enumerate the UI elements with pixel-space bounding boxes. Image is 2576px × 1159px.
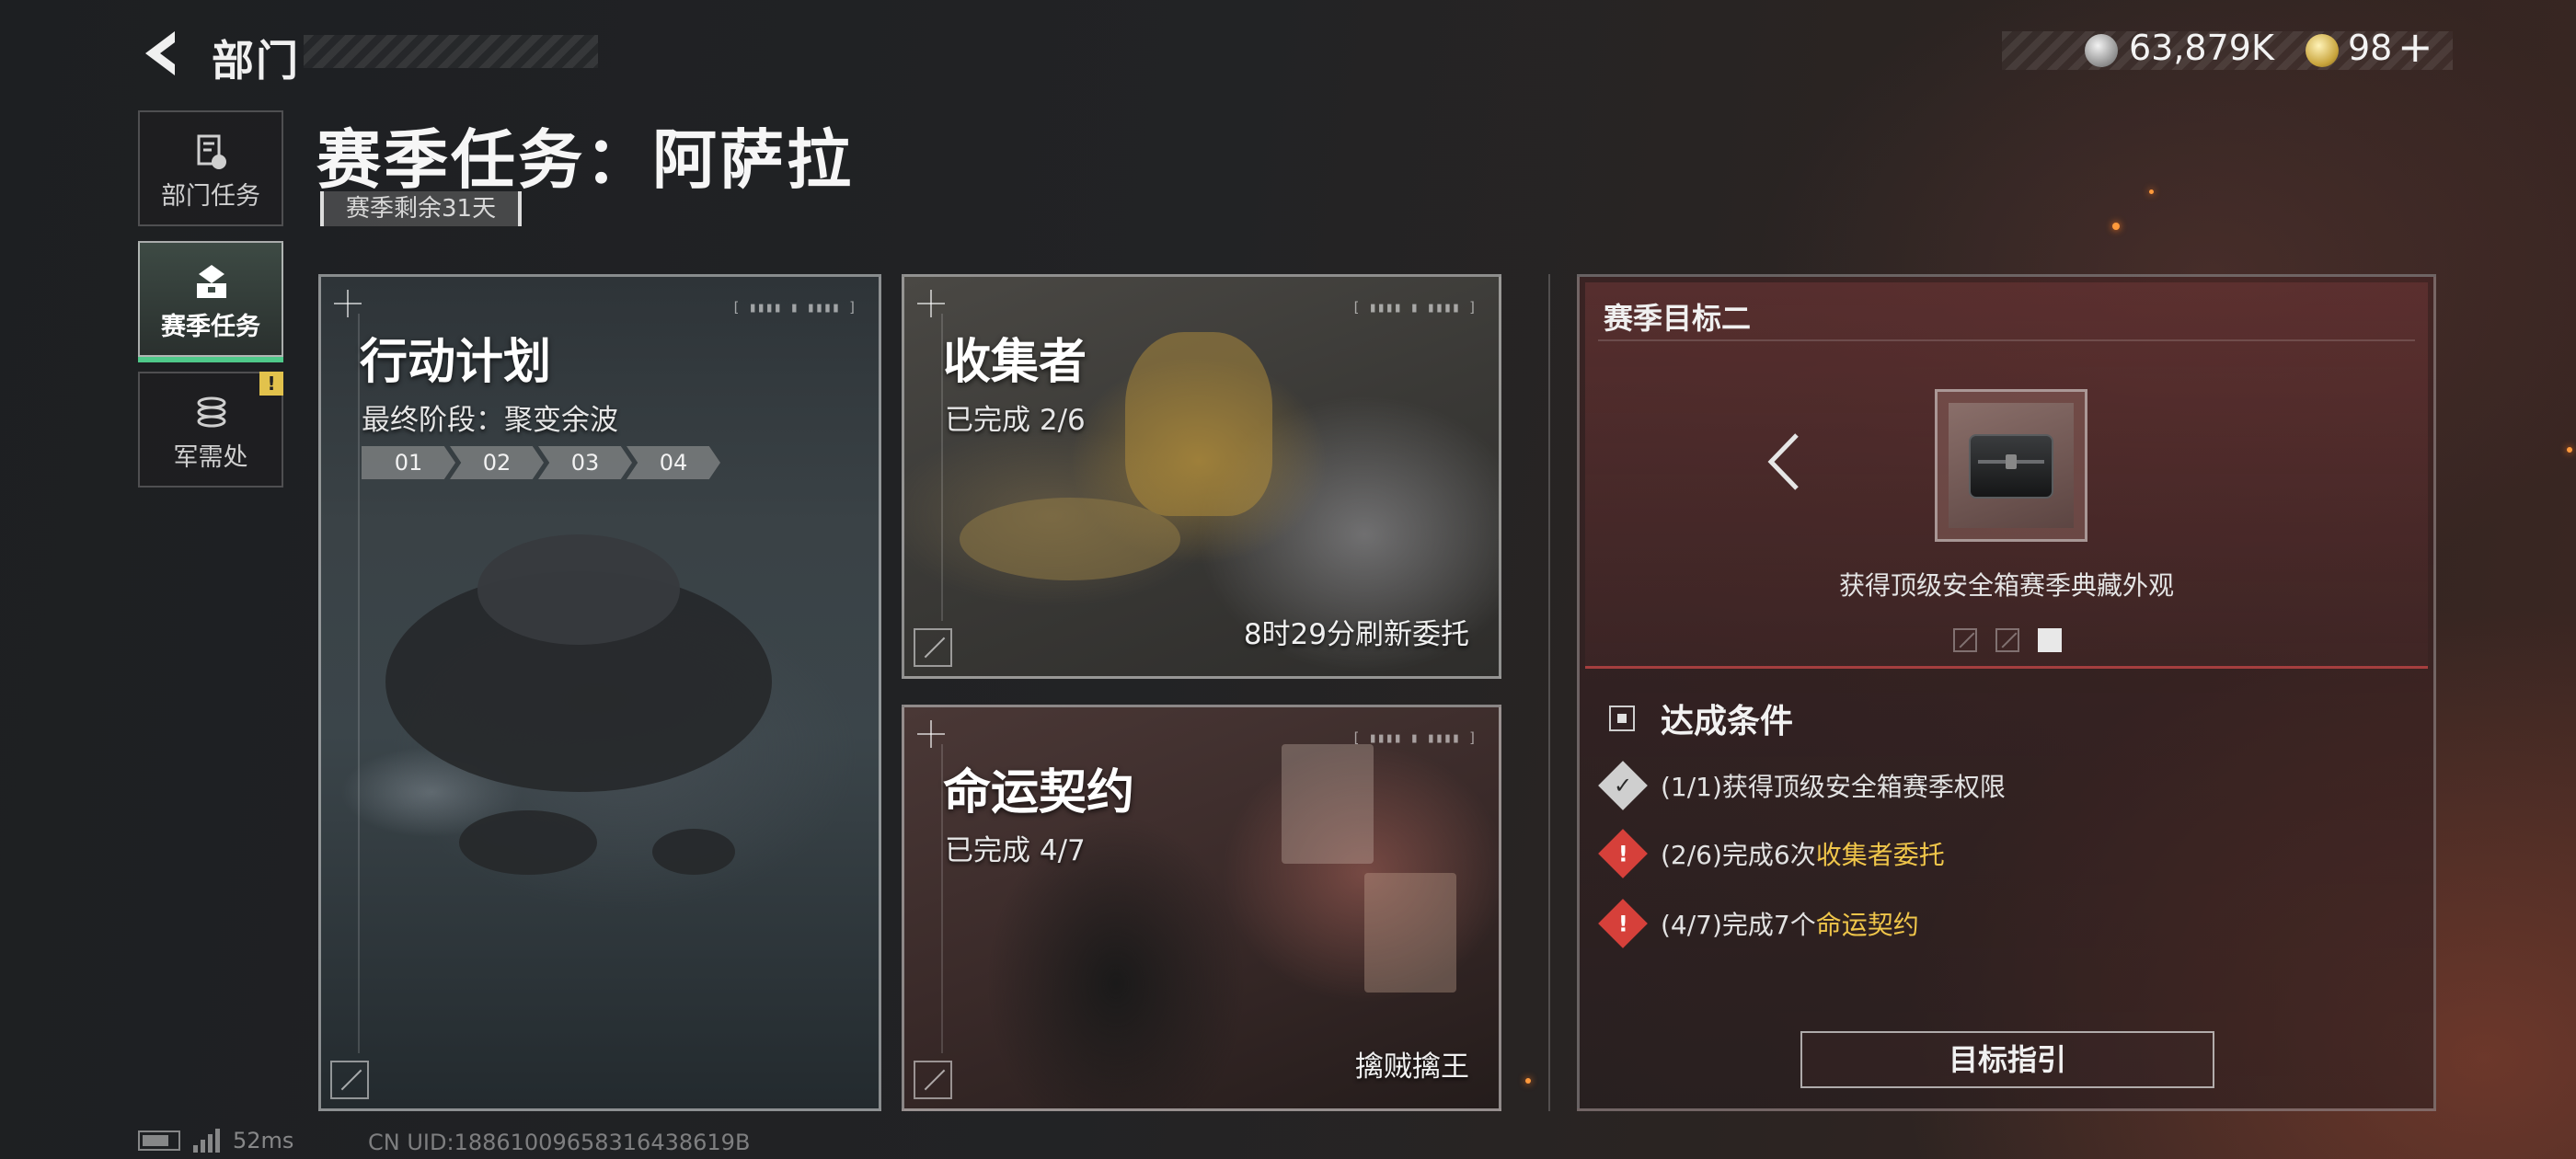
condition-row: ✓ (1/1)获得顶级安全箱赛季权限	[1598, 761, 2006, 810]
condition-link[interactable]: 收集者委托	[1816, 840, 1945, 870]
reward-item-frame[interactable]	[1935, 389, 2087, 542]
crosshair-icon	[917, 720, 945, 748]
condition-link[interactable]: 命运契约	[1816, 910, 1919, 940]
add-currency-button[interactable]: +	[2398, 22, 2433, 72]
golden-deer-illustration	[1125, 332, 1272, 516]
reward-item-background	[1949, 403, 2074, 528]
condition-progress: (2/6)	[1661, 840, 1722, 870]
goal-pager	[1953, 628, 2062, 652]
pager-dot-active[interactable]	[2038, 628, 2062, 652]
condition-progress: (4/7)	[1661, 910, 1722, 940]
expand-icon	[914, 1061, 952, 1099]
condition-progress: (1/1)	[1661, 772, 1722, 802]
signal-icon	[193, 1129, 220, 1153]
title-decoration	[304, 35, 598, 68]
card-footer-label: 擒贼擒王	[1355, 1050, 1469, 1084]
safe-box-icon	[1969, 434, 2053, 499]
pager-dot[interactable]	[1995, 628, 2019, 652]
back-button[interactable]	[138, 26, 182, 81]
page-title: 部门	[212, 36, 300, 86]
expand-icon	[914, 628, 952, 667]
stage-step: 02	[450, 446, 544, 479]
status-bar: 52ms	[138, 1128, 293, 1153]
wanted-poster-illustration	[1364, 873, 1456, 993]
gold-coin-icon	[2306, 34, 2339, 67]
ember-particle	[2567, 447, 2572, 453]
ember-particle	[2149, 189, 2154, 194]
condition-row: ! (2/6)完成6次收集者委托	[1598, 829, 1945, 878]
refresh-timer: 8时29分刷新委托	[1243, 618, 1469, 651]
gold-amount: 98	[2348, 28, 2393, 68]
card-stamp: [ ▮▮▮▮ ▮ ▮▮▮▮ ]	[1351, 729, 1477, 746]
card-subtitle: 已完成 4/7	[945, 834, 1086, 867]
divider	[1598, 339, 2415, 341]
condition-text: (2/6)完成6次收集者委托	[1661, 835, 1945, 872]
operation-plan-card[interactable]: [ ▮▮▮▮ ▮ ▮▮▮▮ ] 行动计划 最终阶段：聚变余波 01 02 03 …	[318, 274, 881, 1111]
crosshair-icon	[917, 290, 945, 317]
collector-card[interactable]: [ ▮▮▮▮ ▮ ▮▮▮▮ ] 收集者 已完成 2/6 8时29分刷新委托	[902, 274, 1501, 679]
panel-divider	[1548, 274, 1550, 1111]
card-subtitle: 已完成 2/6	[945, 404, 1086, 437]
condition-description: 完成6次	[1721, 840, 1816, 870]
condition-text: (4/7)完成7个命运契约	[1661, 905, 1919, 942]
notification-badge: !	[259, 372, 283, 396]
ember-particle	[1525, 1078, 1531, 1084]
card-title: 行动计划	[360, 335, 552, 390]
card-subtitle: 最终阶段：聚变余波	[362, 404, 618, 437]
fortress-illustration	[477, 534, 680, 645]
rock-illustration	[652, 829, 735, 875]
sidebar-item-label: 军需处	[173, 443, 248, 472]
card-stamp: [ ▮▮▮▮ ▮ ▮▮▮▮ ]	[1351, 299, 1477, 316]
chevron-left-icon[interactable]	[1760, 430, 1806, 494]
rock-illustration	[459, 810, 597, 875]
wanted-poster-illustration	[1282, 744, 1374, 864]
sidebar-item-label: 赛季任务	[161, 313, 260, 341]
latency-text: 52ms	[233, 1128, 294, 1153]
season-goal-panel: 赛季目标二 获得顶级安全箱赛季典藏外观 达成条件 ✓ (1/1)获得顶级安全箱赛…	[1577, 274, 2436, 1111]
condition-description: 获得顶级安全箱赛季权限	[1721, 772, 2006, 802]
goal-guide-button[interactable]: 目标指引	[1800, 1031, 2214, 1088]
card-stamp: [ ▮▮▮▮ ▮ ▮▮▮▮ ]	[731, 299, 857, 316]
warning-icon: !	[1598, 829, 1648, 878]
stage-step: 04	[627, 446, 720, 479]
sidebar-item-label: 部门任务	[161, 182, 260, 211]
conditions-title: 达成条件	[1661, 703, 1794, 740]
season-remaining-badge: 赛季剩余31天	[320, 191, 523, 226]
silver-coin-icon	[2085, 34, 2118, 67]
card-guide-line	[358, 314, 360, 1053]
conditions-icon	[1609, 706, 1635, 731]
condition-row: ! (4/7)完成7个命运契约	[1598, 899, 1919, 948]
goal-reward-area: 赛季目标二 获得顶级安全箱赛季典藏外观	[1585, 282, 2428, 669]
silver-amount: 63,879K	[2129, 28, 2274, 68]
check-icon: ✓	[1598, 761, 1648, 810]
stage-step: 03	[538, 446, 632, 479]
coins-illustration	[960, 498, 1180, 580]
condition-description: 完成7个	[1721, 910, 1816, 940]
ember-particle	[2112, 223, 2120, 230]
goal-title: 赛季目标二	[1604, 301, 1752, 336]
warning-icon: !	[1598, 899, 1648, 948]
stage-progress: 01 02 03 04	[362, 446, 720, 479]
document-icon	[197, 134, 226, 169]
season-title: 赛季任务：阿萨拉	[316, 122, 854, 198]
stage-step: 01	[362, 446, 455, 479]
card-title: 收集者	[943, 335, 1087, 390]
reward-description: 获得顶级安全箱赛季典藏外观	[1838, 570, 2174, 601]
user-uid: CN UID:18861009658316438619B	[368, 1130, 751, 1155]
battery-icon	[138, 1130, 180, 1151]
fate-contract-card[interactable]: [ ▮▮▮▮ ▮ ▮▮▮▮ ] 命运契约 已完成 4/7 擒贼擒王	[902, 705, 1501, 1111]
coins-icon	[197, 396, 226, 428]
expand-icon	[330, 1061, 369, 1099]
sidebar-item-department-tasks[interactable]: 部门任务	[138, 110, 283, 226]
sidebar-item-quartermaster[interactable]: ! 军需处	[138, 372, 283, 488]
condition-text: (1/1)获得顶级安全箱赛季权限	[1661, 767, 2006, 804]
crosshair-icon	[334, 290, 362, 317]
card-title: 命运契约	[943, 765, 1135, 820]
sidebar-item-season-tasks[interactable]: 赛季任务	[138, 241, 283, 362]
briefcase-icon	[197, 265, 226, 298]
pager-dot[interactable]	[1953, 628, 1977, 652]
back-arrow-icon	[145, 31, 175, 75]
